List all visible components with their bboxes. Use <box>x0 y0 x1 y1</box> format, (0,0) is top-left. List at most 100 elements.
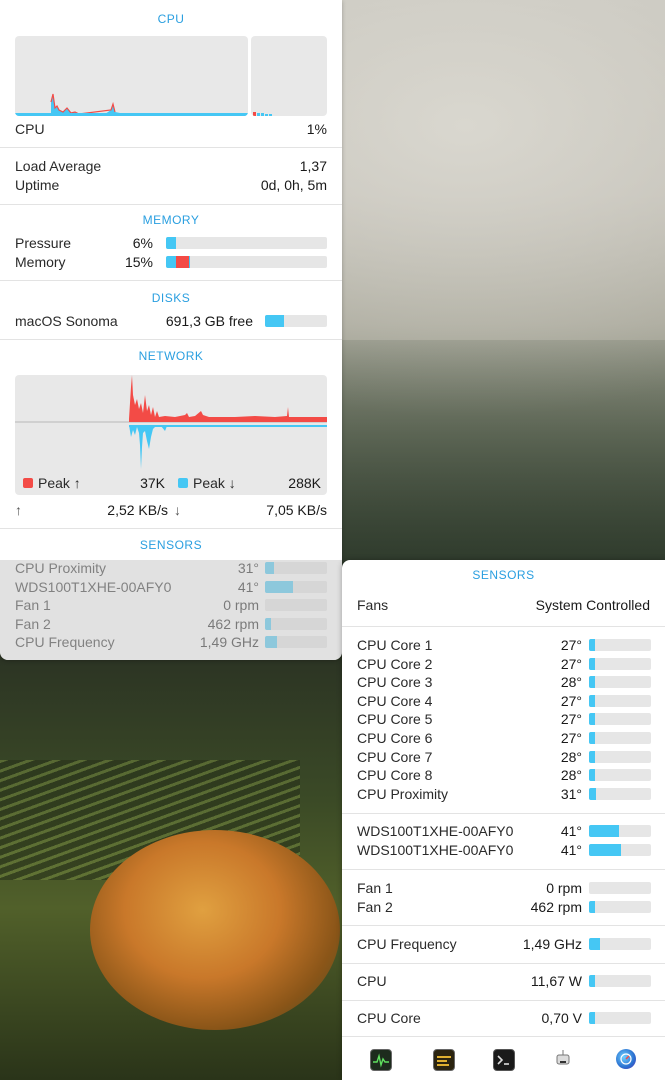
pressure-value: 6% <box>132 235 153 251</box>
divider <box>342 1000 665 1001</box>
cpu-header: CPU <box>157 12 185 26</box>
sensor-label: CPU Frequency <box>357 936 457 952</box>
sensor-bar <box>589 825 651 837</box>
sensor-label: CPU Core 6 <box>357 730 433 746</box>
divider <box>0 147 342 148</box>
sensor-bar <box>589 901 651 913</box>
sensor-label: CPU Core 3 <box>357 674 433 691</box>
sensor-bar-fill <box>589 787 597 800</box>
sensor-value: 27° <box>560 730 582 746</box>
sensor-bar <box>265 562 327 574</box>
disk-usage-bar-fill <box>265 315 285 327</box>
sensor-bar <box>589 694 651 707</box>
sensor-bar-fill <box>589 639 596 651</box>
memory-bar <box>166 256 327 268</box>
memory-bar-fill-wired <box>175 256 189 268</box>
upload-speed-value: 2,52 KB/s <box>107 502 168 518</box>
divider <box>342 869 665 870</box>
sensor-bar-fill <box>589 938 601 950</box>
sensor-bar-fill <box>589 657 596 670</box>
sensor-bar-fill <box>265 636 278 649</box>
memory-header: MEMORY <box>142 213 200 227</box>
sensor-label: CPU Core 7 <box>357 748 433 765</box>
disk-free-value: 691,3 GB free <box>165 313 253 329</box>
activity-monitor-icon[interactable] <box>370 1049 392 1071</box>
divider <box>0 204 342 205</box>
divider <box>342 1036 665 1037</box>
load-average-label: Load Average <box>15 158 102 174</box>
sensor-label: CPU Core 8 <box>357 767 433 784</box>
sensor-value: 28° <box>560 674 582 691</box>
sensor-label: CPU Core 1 <box>357 637 433 653</box>
sensor-value: 28° <box>560 748 582 765</box>
sensor-bar-fill <box>589 844 622 856</box>
sensor-value: 0,70 V <box>541 1010 582 1026</box>
sensor-label: CPU Core 5 <box>357 711 433 728</box>
sensor-value: 0 rpm <box>223 597 259 614</box>
sensor-bar <box>589 713 651 726</box>
sensor-value: 11,67 W <box>530 973 582 989</box>
sensor-bar <box>589 657 651 670</box>
sensor-value: 1,49 GHz <box>199 634 259 651</box>
sensor-bar-fill <box>589 901 595 913</box>
sensor-bar <box>589 975 651 987</box>
sensor-bar <box>265 617 327 630</box>
sensor-label: CPU Core <box>357 1010 421 1026</box>
sensor-value: 0 rpm <box>546 880 582 896</box>
pressure-bar-fill <box>166 237 176 249</box>
divider <box>342 925 665 926</box>
sensor-bar <box>265 599 327 612</box>
terminal-icon[interactable] <box>493 1049 515 1071</box>
sensor-bar-fill <box>589 676 596 689</box>
stats-popup-panel: CPU CPU 1% Load Average 1,37 Uptime 0d, … <box>0 0 342 660</box>
sensor-value: 27° <box>560 655 582 672</box>
sensor-bar <box>589 882 651 894</box>
sensor-value: 31° <box>237 560 259 576</box>
sensors-detail-panel: SENSORS Fans System Controlled CPU Core … <box>342 560 665 1080</box>
sensor-label: Fan 2 <box>357 899 393 915</box>
sensor-bar-fill <box>265 617 272 630</box>
sensor-label: CPU Core 4 <box>357 692 433 709</box>
cpu-label: CPU <box>15 121 45 137</box>
sensor-bar-fill <box>589 732 596 744</box>
network-utility-icon[interactable] <box>616 1049 636 1069</box>
sensor-value: 27° <box>560 711 582 728</box>
pressure-label: Pressure <box>15 235 72 251</box>
disk-name-label: macOS Sonoma <box>15 313 118 329</box>
fans-label: Fans <box>357 597 389 613</box>
disk-usage-bar <box>265 315 327 327</box>
sensor-value: 27° <box>560 637 582 653</box>
sensor-value: 41° <box>560 842 582 858</box>
sensor-value: 41° <box>237 578 259 595</box>
memory-label: Memory <box>15 254 66 270</box>
network-history-chart: Peak ↑ 37K Peak ↓ 288K <box>15 375 327 495</box>
network-header: NETWORK <box>138 349 204 363</box>
peak-up-label: Peak ↑ <box>38 475 81 491</box>
sensor-bar <box>589 844 651 856</box>
sensor-label: CPU Proximity <box>15 560 107 576</box>
uptime-value: 0d, 0h, 5m <box>260 177 327 193</box>
sensor-value: 27° <box>560 692 582 709</box>
sensors-header: SENSORS <box>139 538 203 552</box>
peak-down-value: 288K <box>288 475 321 491</box>
sensor-label: Fan 1 <box>357 880 393 896</box>
disks-header: DISKS <box>151 291 191 305</box>
sensor-bar-fill <box>589 694 596 707</box>
sensor-label: CPU Core 2 <box>357 655 433 672</box>
sensor-bar <box>589 639 651 651</box>
peak-up-legend-swatch <box>23 478 33 488</box>
console-icon[interactable] <box>433 1049 455 1071</box>
sensor-bar <box>589 750 651 763</box>
fans-mode-value[interactable]: System Controlled <box>536 597 650 613</box>
sensor-bar-fill <box>589 713 596 726</box>
sensor-bar-fill <box>589 769 596 782</box>
system-info-icon[interactable] <box>553 1049 573 1069</box>
peak-down-label: Peak ↓ <box>193 475 236 491</box>
sensor-bar <box>589 787 651 800</box>
sensor-label: WDS100T1XHE-00AFY0 <box>15 578 172 595</box>
sensor-bar <box>265 636 327 649</box>
peak-up-value: 37K <box>140 475 165 491</box>
sensor-label: CPU <box>357 973 387 989</box>
sensor-bar <box>589 676 651 689</box>
sensor-label: Fan 2 <box>15 615 51 632</box>
